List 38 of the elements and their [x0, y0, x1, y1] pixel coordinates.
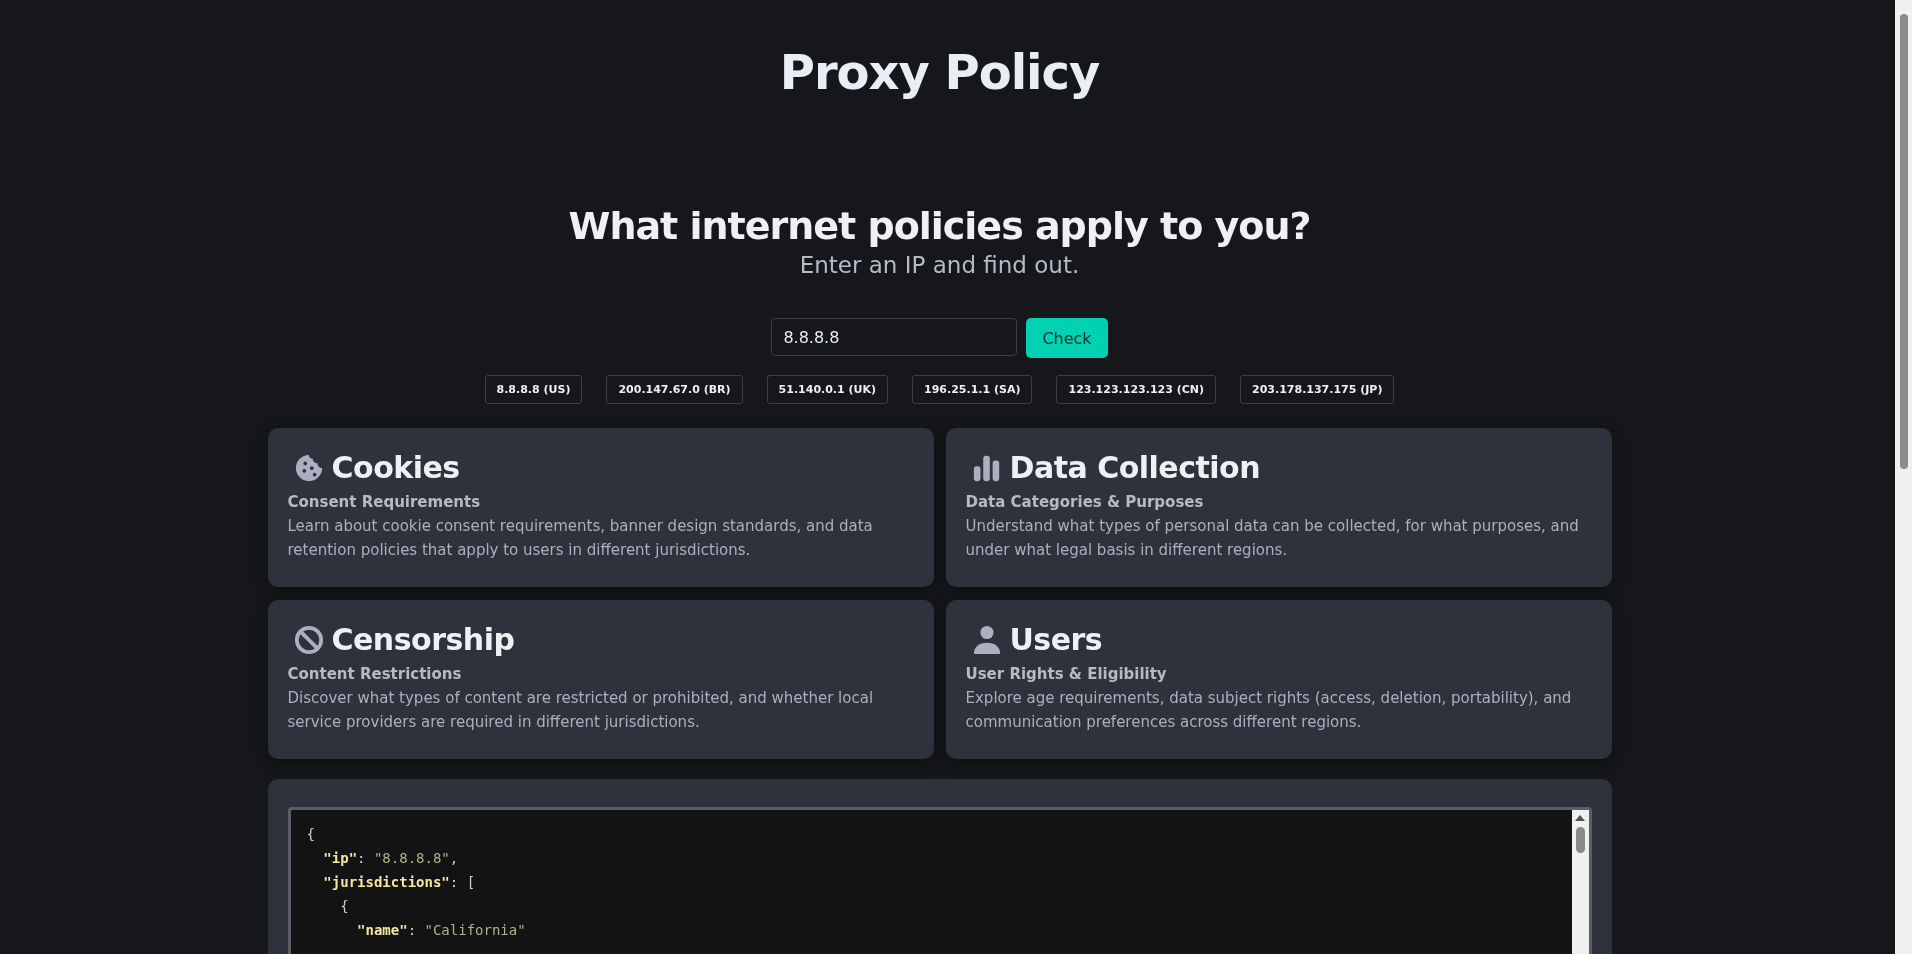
prohibited-icon: [293, 624, 324, 655]
code-line: {: [339, 897, 349, 916]
card-description: Discover what types of content are restricted or prohibited, and whether local service providers are required in different jurisdictions.: [287, 688, 875, 733]
card-subtitle: Content Restrictions: [287, 665, 463, 683]
code-line: "jurisdictions": [: [322, 873, 476, 892]
card-title: Users: [1009, 622, 1103, 657]
check-button[interactable]: Check: [1026, 318, 1108, 358]
policy-card[interactable]: Cookies Consent Requirements Learn about cookie consent requirements, banner design standards, and data retention policies that apply to users in different jurisdictions.: [267, 428, 934, 587]
hero-heading: What internet policies apply to you?: [568, 204, 1311, 248]
user-icon: [971, 624, 1002, 655]
example-ip-button[interactable]: 51.140.0.1 (UK): [766, 375, 889, 404]
scrollbar[interactable]: [1571, 810, 1589, 954]
card-description: Understand what types of personal data can be collected, for what purposes, and under what legal basis in different regions.: [965, 516, 1580, 561]
cookie-icon: [293, 452, 324, 483]
policy-card[interactable]: Data Collection Data Categories & Purposes Understand what types of personal data can be collected, for what purposes, and under what legal basis in different regions.: [945, 428, 1612, 587]
code-line: "ip": "8.8.8.8",: [322, 849, 459, 868]
hero-subheading: Enter an IP and find out.: [799, 252, 1080, 278]
example-ip-button[interactable]: 8.8.8.8 (US): [484, 375, 583, 404]
card-title: Data Collection: [1009, 450, 1261, 485]
code-line: "name": "California": [356, 921, 526, 940]
ip-input-field[interactable]: 8.8.8.8: [771, 318, 1018, 356]
card-title: Cookies: [331, 450, 460, 485]
policy-card[interactable]: Users User Rights & Eligibility Explore age requirements, data subject rights (access, deletion, portability), and communication preferences across different regions.: [945, 600, 1612, 759]
page-scrollbar[interactable]: [1895, 0, 1912, 954]
example-ip-button[interactable]: 196.25.1.1 (SA): [912, 375, 1033, 404]
json-output-field[interactable]: { "ip": "8.8.8.8", "jurisdictions": [ { "name": "California": [287, 807, 1592, 954]
site-title: Proxy Policy: [779, 44, 1100, 102]
example-ip-button[interactable]: 203.178.137.175 (JP): [1240, 375, 1395, 404]
card-description: Explore age requirements, data subject rights (access, deletion, portability), and communication preferences across different regions.: [965, 688, 1573, 733]
example-ip-button[interactable]: 123.123.123.123 (CN): [1056, 375, 1217, 404]
card-title: Censorship: [331, 622, 515, 657]
policy-card[interactable]: Censorship Content Restrictions Discover what types of content are restricted or prohibited, and whether local service providers are required in different jurisdictions.: [267, 600, 934, 759]
card-subtitle: Data Categories & Purposes: [965, 493, 1205, 511]
example-ip-button[interactable]: 200.147.67.0 (BR): [606, 375, 743, 404]
card-subtitle: Consent Requirements: [287, 493, 482, 511]
card-description: Learn about cookie consent requirements, banner design standards, and data retention policies that apply to users in different jurisdictions.: [287, 516, 874, 561]
card-subtitle: User Rights & Eligibility: [965, 665, 1168, 683]
code-line: {: [306, 825, 315, 844]
